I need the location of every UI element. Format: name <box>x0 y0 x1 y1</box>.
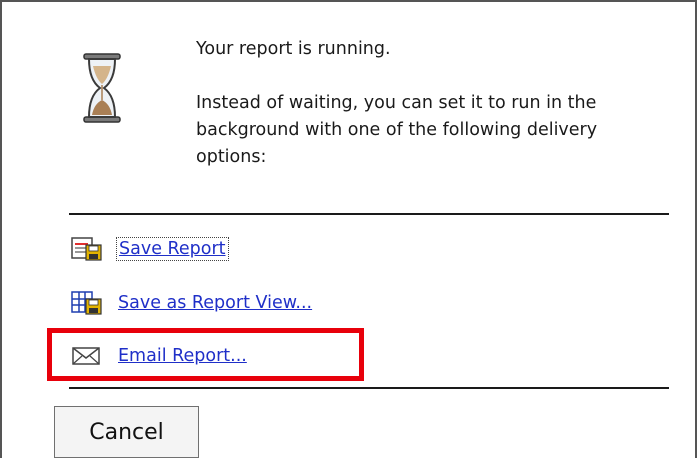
save-report-link[interactable]: Save Report <box>116 237 229 261</box>
status-message: Your report is running. <box>196 39 391 59</box>
report-running-dialog: Your report is running. Instead of waiti… <box>0 0 697 458</box>
divider-bottom <box>69 387 669 389</box>
save-report-view-option[interactable]: Save as Report View... <box>70 288 312 318</box>
hourglass-icon <box>83 53 121 123</box>
save-report-option[interactable]: Save Report <box>70 234 229 264</box>
email-report-highlight <box>47 328 364 381</box>
delivery-instructions: Instead of waiting, you can set it to ru… <box>196 93 598 167</box>
save-report-icon <box>71 237 102 261</box>
divider-top <box>69 213 669 215</box>
save-report-view-link[interactable]: Save as Report View... <box>118 293 312 313</box>
cancel-button[interactable]: Cancel <box>54 406 199 458</box>
save-report-view-icon <box>71 291 102 315</box>
